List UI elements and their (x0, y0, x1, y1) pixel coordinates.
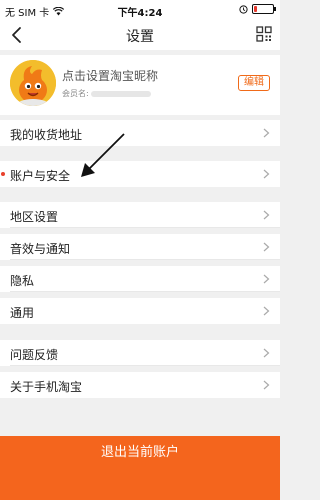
chevron-right-icon (263, 169, 270, 179)
settings-item-label: 地区设置 (10, 210, 59, 224)
chevron-right-icon (263, 380, 270, 390)
edit-button[interactable]: 编辑 (238, 75, 270, 91)
settings-item-label: 账户与安全 (10, 169, 71, 183)
page-title: 设置 (126, 29, 154, 45)
member-name: 会员名: (62, 88, 151, 99)
chevron-right-icon (263, 274, 270, 284)
battery-icon (252, 4, 276, 14)
battery-level (254, 6, 257, 12)
status-bar: 无 SIM 卡 下午4:24 (0, 0, 280, 20)
settings-item-general[interactable]: 通用 (0, 298, 280, 324)
member-label: 会员名: (62, 89, 89, 98)
settings-item-label: 音效与通知 (10, 242, 71, 256)
chevron-right-icon (263, 242, 270, 252)
settings-item-privacy[interactable]: 隐私 (0, 266, 280, 292)
settings-item-feedback[interactable]: 问题反馈 (0, 340, 280, 366)
settings-item-label: 关于手机淘宝 (10, 380, 83, 394)
settings-item-label: 隐私 (10, 274, 35, 288)
divider (10, 227, 280, 228)
settings-item-label: 我的收货地址 (10, 128, 83, 142)
settings-item-sound-notifications[interactable]: 音效与通知 (0, 234, 280, 260)
chevron-right-icon (263, 128, 270, 138)
settings-item-region[interactable]: 地区设置 (0, 202, 280, 228)
annotation-arrow-icon (81, 133, 125, 177)
chevron-right-icon (263, 348, 270, 358)
alarm-icon (239, 4, 248, 14)
status-right (239, 4, 276, 14)
divider (10, 291, 280, 292)
avatar[interactable] (10, 60, 56, 106)
nav-bar: 设置 (0, 20, 280, 50)
settings-item-address[interactable]: 我的收货地址 (0, 120, 280, 146)
chevron-right-icon (263, 210, 270, 220)
qr-code-icon[interactable] (256, 26, 272, 42)
red-dot-badge (1, 172, 5, 176)
nickname-prompt[interactable]: 点击设置淘宝昵称 (62, 67, 158, 84)
divider (10, 259, 280, 260)
profile-card[interactable]: 点击设置淘宝昵称 会员名: 编辑 (0, 55, 280, 115)
settings-item-label: 通用 (10, 306, 35, 320)
mascot-avatar-icon (10, 60, 56, 106)
chevron-right-icon (263, 306, 270, 316)
settings-item-label: 问题反馈 (10, 348, 59, 362)
settings-item-account-security[interactable]: 账户与安全 (0, 161, 280, 187)
clock: 下午4:24 (117, 8, 163, 19)
settings-item-about[interactable]: 关于手机淘宝 (0, 372, 280, 398)
member-name-redacted (90, 90, 151, 97)
divider (10, 365, 280, 366)
logout-button[interactable]: 退出当前账户 (0, 436, 280, 500)
